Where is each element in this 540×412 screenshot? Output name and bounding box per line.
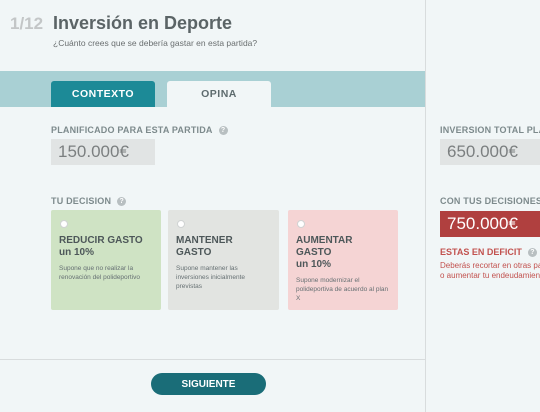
option-title: MANTENER GASTO bbox=[176, 235, 233, 258]
deficit-description-line: Deberás recortar en otras pa bbox=[440, 261, 540, 270]
help-icon[interactable]: ? bbox=[218, 126, 228, 136]
help-icon[interactable]: ? bbox=[527, 248, 537, 258]
total-label: INVERSION TOTAL PLANI bbox=[440, 125, 540, 135]
planned-label-text: PLANIFICADO PARA ESTA PARTIDA bbox=[51, 125, 213, 135]
option-description: Supone mantener las inversiones inicialm… bbox=[176, 265, 246, 290]
decision-label-text: TU DECISION bbox=[51, 196, 112, 206]
help-icon[interactable]: ? bbox=[117, 197, 127, 207]
radio-button[interactable] bbox=[177, 220, 185, 228]
deficit-description: Deberás recortar en otras pa o aumentar … bbox=[440, 261, 540, 281]
option-aumentar-gasto[interactable]: AUMENTAR GASTO un 10% Supone modernizar … bbox=[288, 210, 398, 310]
yours-value: 750.000€ bbox=[440, 211, 540, 237]
planned-value: 150.000€ bbox=[51, 139, 155, 165]
deficit-label-text: ESTAS EN DEFICIT bbox=[440, 247, 522, 257]
radio-button[interactable] bbox=[297, 220, 305, 228]
option-title: AUMENTAR GASTO bbox=[296, 235, 353, 258]
page-title: Inversión en Deporte bbox=[53, 13, 233, 33]
radio-button[interactable] bbox=[60, 220, 68, 228]
vertical-divider bbox=[425, 0, 426, 412]
option-description: Supone que no realizar la renovación del… bbox=[59, 265, 140, 281]
yours-label: CON TUS DECISIONES? bbox=[440, 196, 540, 206]
decision-label: TU DECISION? bbox=[51, 196, 127, 207]
tab-contexto[interactable]: CONTEXTO bbox=[51, 81, 155, 107]
option-reducir-gasto[interactable]: REDUCIR GASTO un 10% Supone que no reali… bbox=[51, 210, 161, 310]
footer-divider bbox=[0, 359, 425, 360]
deficit-label: ESTAS EN DEFICIT? bbox=[440, 247, 537, 258]
option-description: Supone modernizar el polideportiva de ac… bbox=[296, 277, 389, 302]
option-title: REDUCIR GASTO bbox=[59, 235, 143, 246]
total-value: 650.000€ bbox=[440, 139, 540, 165]
option-subtitle: un 10% bbox=[59, 247, 95, 258]
next-button[interactable]: SIGUIENTE bbox=[151, 373, 266, 395]
planned-label: PLANIFICADO PARA ESTA PARTIDA? bbox=[51, 125, 228, 136]
step-counter: 1/12 bbox=[10, 14, 44, 33]
yours-label-text: CON TUS DECISIONES bbox=[440, 196, 540, 206]
tab-opina[interactable]: OPINA bbox=[167, 81, 271, 107]
page-subtitle: ¿Cuánto crees que se debería gastar en e… bbox=[53, 38, 258, 48]
deficit-description-line: o aumentar tu endeudamien bbox=[440, 271, 540, 280]
option-subtitle: un 10% bbox=[296, 259, 332, 270]
option-mantener-gasto[interactable]: MANTENER GASTO Supone mantener las inver… bbox=[168, 210, 279, 310]
